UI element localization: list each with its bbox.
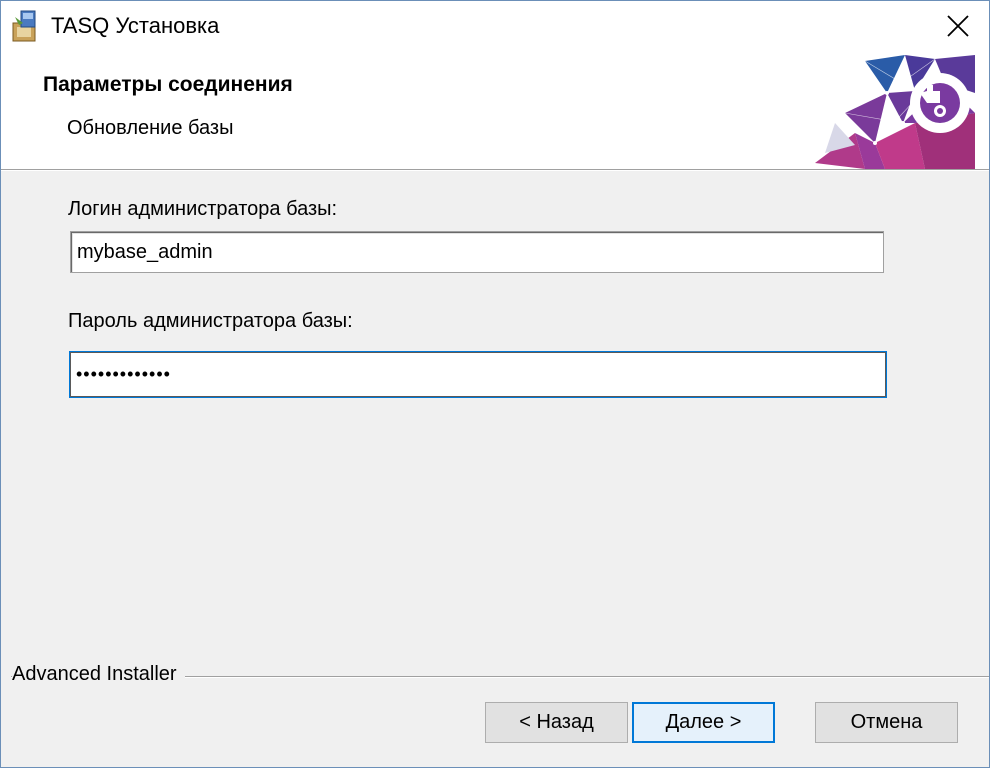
installer-package-icon xyxy=(12,10,36,42)
title-bar[interactable]: TASQ Установка xyxy=(1,1,989,51)
puzzle-network-banner xyxy=(815,55,975,169)
password-label: Пароль администратора базы: xyxy=(68,310,353,332)
back-button[interactable]: < Назад xyxy=(485,702,628,743)
next-button[interactable]: Далее > xyxy=(632,702,775,743)
close-icon xyxy=(947,15,969,37)
login-label: Логин администратора базы: xyxy=(68,198,338,220)
page-title: Параметры соединения xyxy=(43,73,293,96)
close-button[interactable] xyxy=(927,1,989,51)
password-input[interactable] xyxy=(69,351,887,398)
page-subtitle: Обновление базы xyxy=(67,117,234,139)
header-divider xyxy=(1,169,989,171)
wizard-header: Параметры соединения Обновление базы xyxy=(1,51,989,169)
window-title: TASQ Установка xyxy=(51,13,220,38)
brand-label: Advanced Installer xyxy=(12,663,185,686)
login-input[interactable] xyxy=(70,231,884,273)
cancel-button[interactable]: Отмена xyxy=(815,702,958,743)
installer-window: TASQ Установка Параметры соединения Обно… xyxy=(0,0,990,768)
